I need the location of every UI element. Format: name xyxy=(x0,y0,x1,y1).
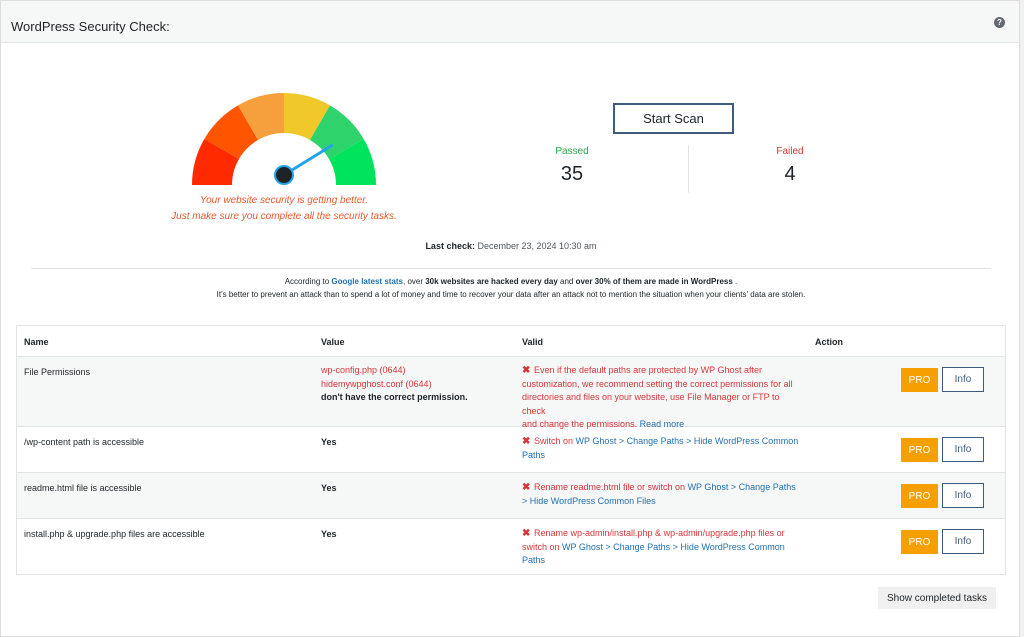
notice-bold: 30k websites are hacked every day xyxy=(425,277,558,286)
red-x-icon: ✖ xyxy=(522,436,531,447)
settings-path-link[interactable]: WP Ghost > Change Paths > Hide WordPress… xyxy=(562,542,785,552)
panel-header: WordPress Security Check: ? xyxy=(1,1,1019,43)
settings-path-link[interactable]: > Hide WordPress Common Files xyxy=(522,495,804,509)
failed-count: 4 xyxy=(784,163,796,185)
value-line: hidemywpghost.conf (0644) xyxy=(321,378,432,389)
red-x-icon: ✖ xyxy=(522,482,531,493)
settings-path-link[interactable]: Paths xyxy=(522,554,804,568)
security-gauge xyxy=(192,93,376,185)
task-name: File Permissions xyxy=(24,367,91,377)
task-name: /wp-content path is accessible xyxy=(24,437,145,447)
table-header: Name Value Valid Action xyxy=(17,326,1005,357)
notice-text: and xyxy=(557,277,576,286)
task-value: wp-config.php (0644) hidemywpghost.conf … xyxy=(321,364,506,405)
settings-path-link[interactable]: WP Ghost > Change Paths xyxy=(688,482,796,492)
security-tasks-table: Name Value Valid Action File Permissions… xyxy=(16,325,1006,575)
value-line: don't have the correct permission. xyxy=(321,392,468,402)
show-completed-tasks-button[interactable]: Show completed tasks xyxy=(878,587,996,609)
task-valid: ✖ Rename wp-admin/install.php & wp-admin/… xyxy=(522,527,804,568)
last-check-label: Last check: xyxy=(425,241,475,251)
settings-path-link[interactable]: Paths xyxy=(522,449,804,463)
value-line: Yes xyxy=(321,437,337,447)
info-button[interactable]: Info xyxy=(942,529,984,554)
column-name: Name xyxy=(24,337,49,347)
value-line: Yes xyxy=(321,529,337,539)
passed-count: 35 xyxy=(560,163,584,185)
valid-text: Rename wp-admin/install.php & wp-admin/u… xyxy=(534,528,785,538)
last-check-value: December 23, 2024 10:30 am xyxy=(477,241,597,251)
table-row: install.php & upgrade.php files are acce… xyxy=(17,519,1005,575)
passed-label: Passed xyxy=(555,146,589,157)
task-valid: ✖ Even if the default paths are protected… xyxy=(522,364,804,432)
task-value: Yes xyxy=(321,482,506,496)
task-valid: ✖ Switch on WP Ghost > Change Paths > Hid… xyxy=(522,435,804,462)
column-valid: Valid xyxy=(522,337,544,347)
start-scan-button[interactable]: Start Scan xyxy=(613,103,734,134)
security-check-panel: WordPress Security Check: ? Your website… xyxy=(0,0,1020,637)
failed-stat: Failed 4 xyxy=(740,146,840,186)
pro-button[interactable]: PRO xyxy=(901,368,938,392)
pro-button[interactable]: PRO xyxy=(901,530,938,554)
table-row: File Permissions wp-config.php (0644) hi… xyxy=(17,357,1005,429)
info-button[interactable]: Info xyxy=(942,437,984,462)
stats-divider xyxy=(688,145,689,193)
pro-button[interactable]: PRO xyxy=(901,438,938,462)
gauge-hub xyxy=(274,165,294,185)
task-name: install.php & upgrade.php files are acce… xyxy=(24,529,205,539)
gauge-message-line-2: Just make sure you complete all the secu… xyxy=(171,211,397,222)
info-button[interactable]: Info xyxy=(942,483,984,508)
table-row: /wp-content path is accessible Yes ✖ Swit… xyxy=(17,427,1005,473)
notice-line-2: It's better to prevent an attack than to… xyxy=(216,290,806,299)
column-action: Action xyxy=(815,337,843,347)
notice-text: . xyxy=(732,277,738,286)
passed-stat: Passed 35 xyxy=(522,146,622,186)
task-name: readme.html file is accessible xyxy=(24,483,142,493)
pro-button[interactable]: PRO xyxy=(901,484,938,508)
red-x-icon: ✖ xyxy=(522,528,531,539)
value-line: wp-config.php (0644) xyxy=(321,365,406,375)
valid-text: switch on xyxy=(522,541,563,552)
last-check: Last check: December 23, 2024 10:30 am xyxy=(1,241,1021,251)
panel-title: WordPress Security Check: xyxy=(11,19,170,34)
task-valid: ✖ Rename readme.html file or switch on WP… xyxy=(522,481,804,508)
hack-stats-notice: According to Google latest stats, over 3… xyxy=(1,277,1021,286)
valid-text: Rename readme.html file or switch on xyxy=(534,482,688,492)
valid-line: Even if the default paths are protected … xyxy=(534,365,762,375)
column-value: Value xyxy=(321,337,345,347)
settings-path-link[interactable]: WP Ghost > Change Paths > Hide WordPress… xyxy=(576,436,799,446)
info-button[interactable]: Info xyxy=(942,367,984,392)
table-row: readme.html file is accessible Yes ✖ Rena… xyxy=(17,473,1005,519)
value-line: Yes xyxy=(321,483,337,493)
failed-label: Failed xyxy=(776,146,804,157)
valid-text: Switch on xyxy=(534,436,576,446)
valid-line: directories and files on your website, u… xyxy=(522,392,780,416)
section-divider xyxy=(31,268,991,269)
notice-text: , over xyxy=(403,277,426,286)
google-stats-link[interactable]: Google latest stats xyxy=(331,277,403,286)
task-value: Yes xyxy=(321,528,506,542)
task-value: Yes xyxy=(321,436,506,450)
gauge-message-line-1: Your website security is getting better. xyxy=(199,195,369,206)
red-x-icon: ✖ xyxy=(522,365,531,376)
question-mark-icon[interactable]: ? xyxy=(994,17,1005,28)
valid-line: customization, we recommend setting the … xyxy=(522,378,793,389)
notice-text: According to xyxy=(284,277,332,286)
notice-bold: over 30% of them are made in WordPress xyxy=(575,277,733,286)
